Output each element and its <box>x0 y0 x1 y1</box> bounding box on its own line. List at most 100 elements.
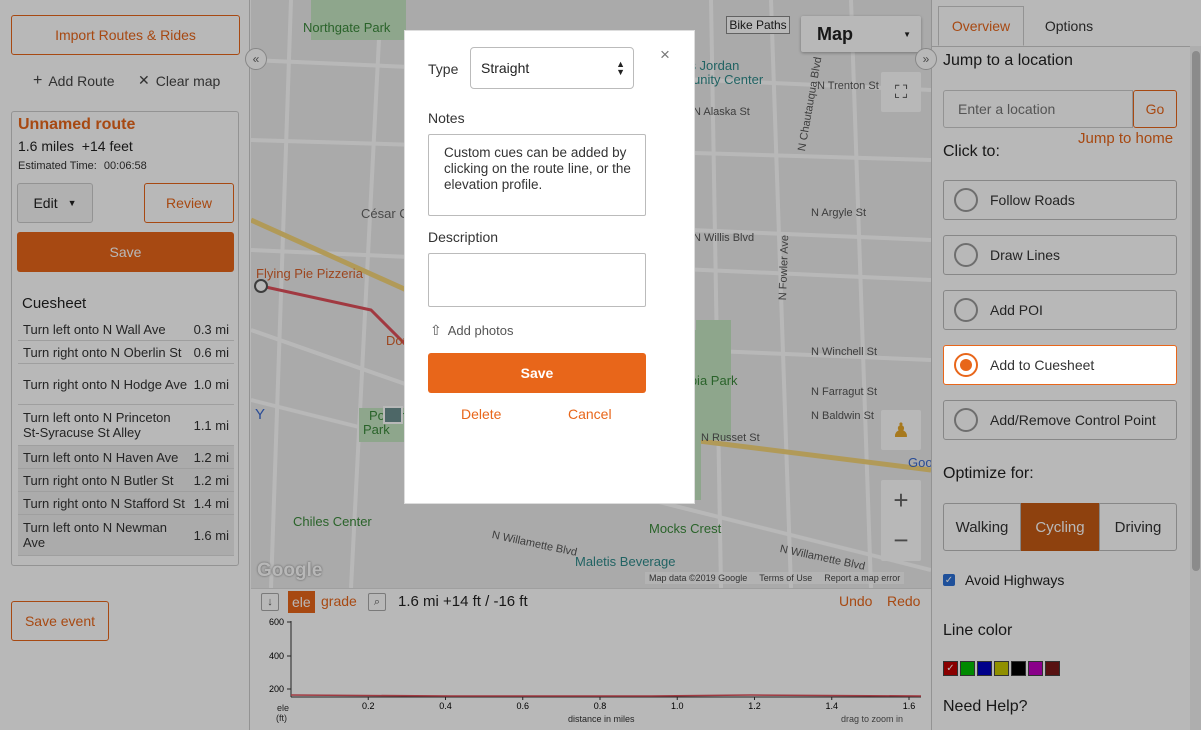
delete-button[interactable]: Delete <box>461 406 501 422</box>
cue-text: Turn right onto N Butler St <box>23 472 174 488</box>
color-swatch[interactable] <box>977 661 992 676</box>
label-goo: Goo <box>908 455 931 470</box>
zoom-out-icon[interactable]: − <box>881 520 921 560</box>
option-follow-roads[interactable]: Follow Roads <box>943 180 1177 220</box>
radio-selected-icon <box>954 353 978 377</box>
option-add-poi[interactable]: Add POI <box>943 290 1177 330</box>
route-stats: 1.6 miles +14 feet <box>18 138 133 154</box>
route-name[interactable]: Unnamed route <box>18 116 135 134</box>
label-russet: N Russet St <box>701 432 760 444</box>
label-winchell: N Winchell St <box>811 346 878 358</box>
cue-row[interactable]: Turn right onto N Stafford St 1.4 mi <box>18 492 234 515</box>
label-alaska: N Alaska St <box>693 106 750 118</box>
y-tick-label: 200 <box>269 684 284 694</box>
radio-icon <box>954 298 978 322</box>
y-tick-label: 400 <box>269 651 284 661</box>
cue-distance: 1.2 mi <box>193 472 229 488</box>
notes-textarea[interactable]: Custom cues can be added by clicking on … <box>428 134 646 216</box>
checkbox-checked-icon[interactable]: ✓ <box>943 574 955 586</box>
cue-row[interactable]: Turn right onto N Hodge Ave 1.0 mi <box>18 364 234 405</box>
collapse-left-icon[interactable]: « <box>245 48 267 70</box>
cue-dialog: × Type Straight ▲ ▼ Notes Custom cues can… <box>404 30 695 504</box>
collapse-right-icon[interactable]: » <box>915 48 937 70</box>
zoom-in-icon[interactable]: + <box>881 480 921 520</box>
label-chiles: Chiles Center <box>293 514 372 529</box>
type-value: Straight <box>481 60 530 76</box>
save-route-button[interactable]: Save <box>17 232 234 272</box>
scrollbar[interactable] <box>1190 46 1201 730</box>
option-add-to-cuesheet[interactable]: Add to Cuesheet <box>943 345 1177 385</box>
cue-row[interactable]: Turn left onto N Haven Ave 1.2 mi <box>18 446 234 469</box>
cue-text: Turn right onto N Stafford St <box>23 495 185 511</box>
label-farragut: N Farragut St <box>811 386 878 398</box>
color-swatch[interactable]: ✓ <box>943 661 958 676</box>
cue-text: Turn left onto N Newman Ave <box>23 520 168 550</box>
elevation-chart[interactable]: 600 400 200 0.2 0.4 0.6 0.8 1.0 1.2 1.4 1.6 <box>251 589 931 731</box>
cancel-button[interactable]: Cancel <box>568 406 612 422</box>
radio-icon <box>954 408 978 432</box>
dialog-pointer <box>537 441 565 459</box>
go-button[interactable]: Go <box>1133 90 1177 128</box>
option-draw-lines[interactable]: Draw Lines <box>943 235 1177 275</box>
type-select[interactable]: Straight ▲ ▼ <box>470 47 634 89</box>
estimated-time-label: Estimated Time: <box>18 160 97 172</box>
location-input[interactable] <box>943 90 1133 128</box>
clear-map-button[interactable]: ✕ Clear map <box>138 72 220 89</box>
save-event-button[interactable]: Save event <box>11 601 109 641</box>
updown-icon: ▲ ▼ <box>616 59 625 77</box>
mode-walking[interactable]: Walking <box>943 503 1021 551</box>
fullscreen-icon[interactable]: ⛶ <box>881 72 921 112</box>
label-baldwin: N Baldwin St <box>811 410 874 422</box>
bike-paths-toggle[interactable]: Bike Paths <box>726 16 790 34</box>
modal-save-button[interactable]: Save <box>428 353 646 393</box>
description-textarea[interactable] <box>428 253 646 307</box>
cue-distance: 1.4 mi <box>193 495 229 511</box>
clear-map-label: Clear map <box>155 72 221 89</box>
color-swatch[interactable] <box>994 661 1009 676</box>
tab-overview[interactable]: Overview <box>938 6 1024 46</box>
label-willis: N Willis Blvd <box>693 232 755 244</box>
need-help[interactable]: Need Help? <box>943 698 1028 716</box>
cue-text: Turn left onto N Wall Ave <box>23 321 166 337</box>
cue-row[interactable]: Turn left onto N Newman Ave 1.6 mi <box>18 515 234 556</box>
jump-home-link[interactable]: Jump to home <box>1078 130 1173 147</box>
pegman-icon[interactable]: ♟ <box>881 410 921 450</box>
cue-row[interactable]: Turn right onto N Oberlin St 0.6 mi <box>18 341 234 364</box>
estimated-time-value: 00:06:58 <box>103 160 147 172</box>
avoid-highways[interactable]: ✓ Avoid Highways <box>943 572 1064 588</box>
cue-text: Turn left onto N Princeton St-Syracuse S… <box>23 410 171 440</box>
poi-marker[interactable] <box>383 406 403 424</box>
color-swatch[interactable] <box>1011 661 1026 676</box>
map-type-select[interactable]: Map ▼ <box>801 16 921 52</box>
radio-icon <box>954 188 978 212</box>
mode-driving[interactable]: Driving <box>1099 503 1177 551</box>
cue-text: Turn left onto N Haven Ave <box>23 449 179 465</box>
label-mocks: Mocks Crest <box>649 521 722 536</box>
add-route-button[interactable]: + Add Route <box>33 72 115 90</box>
edit-label: Edit <box>33 195 58 211</box>
color-swatch[interactable] <box>1028 661 1043 676</box>
route-card: Unnamed route 1.6 miles +14 feet Estimat… <box>11 111 239 566</box>
cue-row[interactable]: Turn left onto N Princeton St-Syracuse S… <box>18 405 234 446</box>
upload-icon: ⇧ <box>430 322 442 338</box>
terms-link[interactable]: Terms of Use <box>759 573 812 583</box>
color-swatch[interactable] <box>1045 661 1060 676</box>
cue-distance: 0.3 mi <box>193 321 229 337</box>
option-add-remove-control-point[interactable]: Add/Remove Control Point <box>943 400 1177 440</box>
cue-row[interactable]: Turn left onto N Wall Ave 0.3 mi <box>18 318 234 341</box>
edit-dropdown[interactable]: Edit ▼ <box>17 183 93 223</box>
color-swatch[interactable] <box>960 661 975 676</box>
scrollbar-thumb[interactable] <box>1192 51 1200 571</box>
mode-cycling[interactable]: Cycling <box>1021 503 1099 551</box>
cue-row[interactable]: Turn right onto N Butler St 1.2 mi <box>18 469 234 492</box>
estimated-time: Estimated Time: 00:06:58 <box>18 160 147 172</box>
review-button[interactable]: Review <box>144 183 234 223</box>
close-icon[interactable]: × <box>660 45 670 65</box>
import-routes-button[interactable]: Import Routes & Rides <box>11 15 240 55</box>
x-tick-label: 1.0 <box>671 701 684 711</box>
google-logo: Google <box>257 560 323 581</box>
tab-options[interactable]: Options <box>1026 6 1112 46</box>
add-photos-button[interactable]: ⇧ Add photos <box>430 322 514 339</box>
report-link[interactable]: Report a map error <box>824 573 900 583</box>
elevation-xlabel: distance in miles <box>568 714 635 724</box>
